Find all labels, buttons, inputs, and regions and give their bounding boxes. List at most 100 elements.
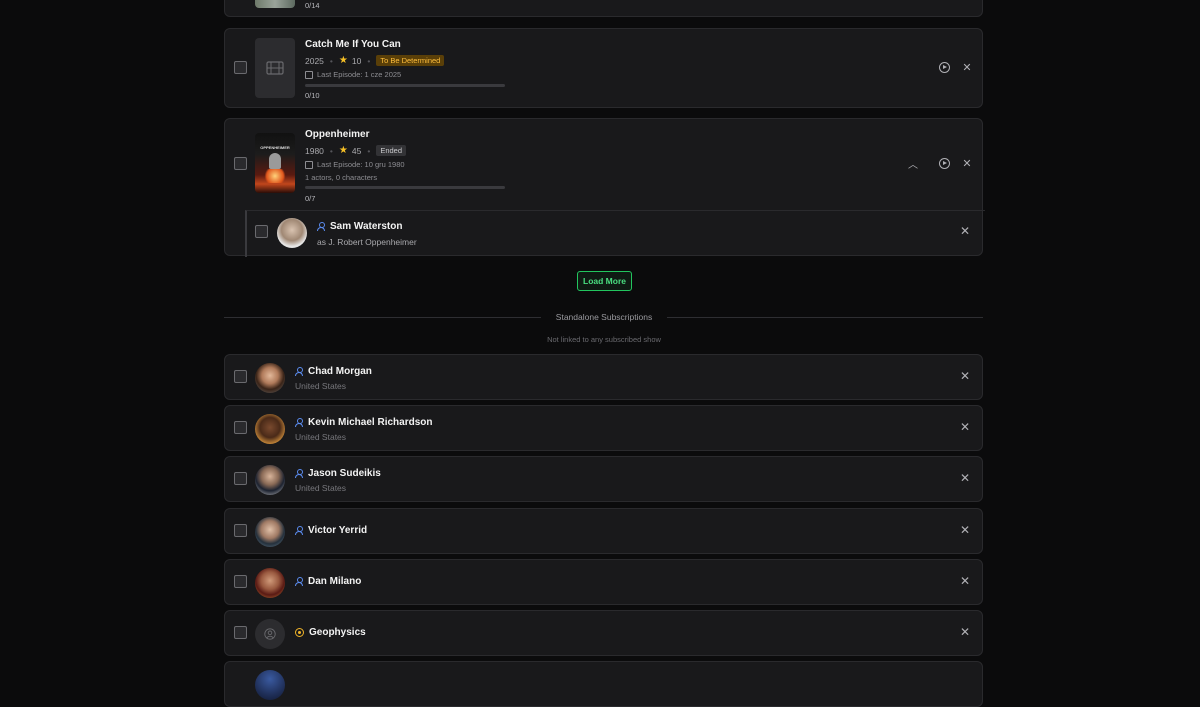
play-button[interactable]	[937, 60, 951, 74]
subscription-row[interactable]: Kevin Michael Richardson United States ✕	[224, 405, 983, 451]
building-icon	[295, 627, 304, 637]
section-subheading: Not linked to any subscribed show	[547, 335, 661, 344]
show-card[interactable]: Catch Me If You Can 2025 • ★ 10 • To Be …	[224, 28, 983, 108]
show-meta: 1980 • ★ 45 • Ended	[305, 145, 407, 156]
poster-title: OPPENHEIMER	[260, 145, 290, 150]
progress-bar	[305, 186, 505, 189]
subscription-row[interactable]: Geophysics ✕	[224, 610, 983, 656]
close-icon: ✕	[962, 157, 972, 170]
play-button[interactable]	[937, 156, 951, 170]
poster-thumbnail	[255, 0, 295, 8]
film-icon	[266, 61, 284, 75]
person-country: United States	[295, 483, 347, 493]
select-checkbox[interactable]	[234, 524, 247, 537]
show-rating: 10	[351, 55, 362, 66]
select-checkbox[interactable]	[234, 472, 247, 485]
star-icon: ★	[338, 145, 348, 156]
close-icon: ✕	[960, 369, 971, 383]
person-icon	[317, 221, 325, 232]
person-name[interactable]: Jason Sudeikis	[295, 468, 381, 479]
close-icon: ✕	[962, 61, 972, 74]
show-year: 2025	[305, 55, 324, 66]
subscription-row[interactable]: Chad Morgan United States ✕	[224, 354, 983, 400]
subscription-row[interactable]: Jason Sudeikis United States ✕	[224, 456, 983, 502]
select-checkbox[interactable]	[234, 61, 247, 74]
play-circle-icon	[938, 61, 950, 73]
calendar-icon	[305, 71, 313, 80]
progress-text: 0/10	[305, 91, 320, 100]
person-name[interactable]: Kevin Michael Richardson	[295, 417, 432, 428]
select-checkbox[interactable]	[234, 575, 247, 588]
select-checkbox[interactable]	[234, 157, 247, 170]
actor-name[interactable]: Sam Waterston	[317, 221, 402, 232]
remove-button[interactable]: ✕	[960, 421, 970, 433]
close-icon: ✕	[960, 420, 971, 434]
show-title[interactable]: Catch Me If You Can	[305, 39, 401, 50]
avatar	[277, 218, 307, 248]
person-icon	[295, 417, 303, 428]
remove-button[interactable]: ✕	[960, 225, 970, 237]
show-title[interactable]: Oppenheimer	[305, 129, 369, 140]
person-icon	[295, 366, 303, 377]
select-checkbox[interactable]	[234, 421, 247, 434]
collapse-button[interactable]: ︿	[906, 156, 920, 171]
actor-row[interactable]: Sam Waterston as J. Robert Oppenheimer ✕	[245, 210, 985, 257]
cast-summary: 1 actors, 0 characters	[305, 173, 378, 182]
play-circle-icon	[938, 157, 950, 169]
remove-button[interactable]: ✕	[960, 370, 970, 382]
chevron-up-icon: ︿	[908, 159, 918, 171]
person-icon	[295, 525, 303, 536]
person-name[interactable]: Chad Morgan	[295, 366, 372, 377]
person-name[interactable]: Dan Milano	[295, 576, 361, 587]
avatar-placeholder	[255, 619, 285, 649]
status-badge: Ended	[376, 145, 407, 156]
poster-figure	[269, 153, 281, 169]
poster-placeholder	[255, 38, 295, 98]
divider-line-right	[667, 317, 983, 318]
person-name[interactable]: Victor Yerrid	[295, 525, 367, 536]
remove-button[interactable]: ✕	[960, 60, 974, 74]
remove-button[interactable]: ✕	[960, 626, 970, 638]
status-badge: To Be Determined	[376, 55, 445, 66]
remove-button[interactable]: ✕	[960, 575, 970, 587]
show-meta: 2025 • ★ 10 • To Be Determined	[305, 55, 445, 66]
close-icon: ✕	[960, 625, 971, 639]
remove-button[interactable]: ✕	[960, 472, 970, 484]
close-icon: ✕	[960, 471, 971, 485]
poster-explosion	[263, 169, 287, 183]
avatar	[255, 517, 285, 547]
subscription-row[interactable]: Victor Yerrid ✕	[224, 508, 983, 554]
subscription-row[interactable]: Dan Milano ✕	[224, 559, 983, 605]
calendar-icon	[305, 161, 313, 170]
show-year: 1980	[305, 145, 324, 156]
close-icon: ✕	[960, 224, 971, 238]
show-card[interactable]: OPPENHEIMER Oppenheimer 1980 • ★ 45 • En…	[224, 118, 985, 257]
select-checkbox[interactable]	[234, 626, 247, 639]
person-country: United States	[295, 381, 347, 391]
close-icon: ✕	[960, 574, 971, 588]
progress-text: 0/14	[305, 1, 320, 10]
load-more-button[interactable]: Load More	[577, 271, 632, 291]
show-card-top: 0/14	[224, 0, 983, 17]
person-icon	[295, 468, 303, 479]
section-heading: Standalone Subscriptions	[555, 312, 653, 322]
actor-role: as J. Robert Oppenheimer	[317, 237, 417, 247]
divider-line-left	[224, 317, 541, 318]
close-icon: ✕	[960, 523, 971, 537]
person-icon	[295, 576, 303, 587]
organization-name[interactable]: Geophysics	[295, 627, 366, 638]
progress-text: 0/7	[305, 194, 316, 203]
avatar	[255, 568, 285, 598]
remove-button[interactable]: ✕	[960, 524, 970, 536]
remove-button[interactable]: ✕	[960, 156, 974, 170]
person-country: United States	[295, 432, 347, 442]
last-episode: Last Episode: 10 gru 1980	[305, 160, 405, 170]
avatar	[255, 465, 285, 495]
avatar	[255, 363, 285, 393]
subscription-row[interactable]	[224, 661, 983, 707]
select-checkbox[interactable]	[255, 225, 268, 238]
poster-image: OPPENHEIMER	[255, 133, 295, 193]
select-checkbox[interactable]	[234, 370, 247, 383]
star-icon: ★	[338, 55, 348, 66]
last-episode: Last Episode: 1 cze 2025	[305, 70, 401, 80]
